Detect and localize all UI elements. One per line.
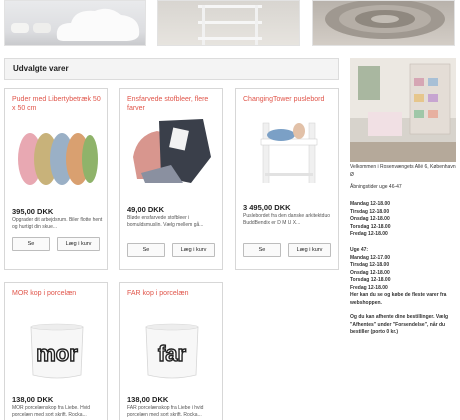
product-price: 395,00 DKK [12,207,54,216]
product-price: 138,00 DKK [127,395,169,404]
product-description: FAR porcelænskop fra Liebe i hvid porcel… [127,405,204,418]
product-image-mor-mug[interactable]: mor [27,317,87,383]
product-price: 138,00 DKK [12,395,54,404]
product-card: ChangingTower puslebord 3 495,00 DKK Pus… [235,88,339,270]
add-to-cart-button[interactable]: Læg i kurv [172,243,215,257]
product-card: Ensfarvede stofbleer, flere farver 49,00… [119,88,223,270]
mug-lettering: mor [36,341,78,366]
product-image-changing-tower[interactable] [247,117,329,183]
product-title-link[interactable]: ChangingTower puslebord [243,95,333,104]
hours-line: Torsdag 12-18.00 [350,223,391,230]
banner-shoes-cloud-image[interactable] [4,0,146,46]
product-card: FAR kop i porcelæn far 138,00 DKK FAR po… [119,282,223,420]
hours-heading: Åbningstider uge 46-47 [350,184,402,190]
product-image-far-mug[interactable]: far [142,317,202,383]
see-button[interactable]: Se [243,243,281,257]
product-description: Puslebordet fra den danske arkitektduo B… [243,213,330,226]
product-title-link[interactable]: Ensfarvede stofbleer, flere farver [127,95,217,113]
hours-line: Mandag 12-18.00 [350,201,391,207]
section-title: Udvalgte varer [13,64,69,73]
product-description: Opgrader dit arbejdsrum. Biler flotte he… [12,217,103,230]
add-to-cart-button[interactable]: Læg i kurv [288,243,331,257]
product-title-link[interactable]: MOR kop i porcelæn [12,289,102,298]
hours-line: Tirsdag 12-18.00 [350,262,390,268]
see-button[interactable]: Se [127,243,165,257]
add-to-cart-button[interactable]: Læg i kurv [57,237,100,251]
product-description: MOR porcelænskop fra Liebe. Hvid porcelæ… [12,405,91,418]
product-card: MOR kop i porcelæn mor 138,00 DKK MOR po… [4,282,108,420]
mug-lettering: far [158,341,187,366]
store-welcome-text: Velkommen i Rosenvængets Allé 6, Københa… [350,164,456,178]
hours-line: Onsdag 12-18.00 [350,269,390,276]
featured-section-header: Udvalgte varer [4,58,339,80]
hours-line: Mandag 12-17.00 [350,254,391,261]
banner-fabric-roll-image[interactable] [312,0,455,46]
store-note: Her kan du se og købe de fleste varer fr… [350,292,447,306]
shop-interior-photo [350,58,456,162]
product-description: Bløde ensfarvede stofbleer i bomuldsmusl… [127,215,204,228]
hours-line: Fredag 12-18.00 [350,231,388,237]
hours-line: Fredag 12-18.00 [350,284,388,291]
see-button[interactable]: Se [12,237,50,251]
week47-heading: Uge 47: [350,247,369,253]
hours-line: Tirsdag 12-18.00 [350,208,390,215]
hours-line: Torsdag 12-18.00 [350,277,391,283]
banner-changing-table-image[interactable] [157,0,300,46]
product-title-link[interactable]: Puder med Libertybetræk 50 x 50 cm [12,95,102,113]
product-card: Puder med Libertybetræk 50 x 50 cm 395,0… [4,88,108,270]
product-title-link[interactable]: FAR kop i porcelæn [127,289,217,298]
pickup-note: Og du kan afhente dine bestillinger. Væl… [350,314,449,335]
product-image-pillows[interactable] [16,125,98,191]
product-price: 49,00 DKK [127,205,165,214]
product-price: 3 495,00 DKK [243,203,291,212]
product-image-cloth-diapers[interactable] [131,117,213,183]
hours-line: Onsdag 12-18.00 [350,216,390,222]
